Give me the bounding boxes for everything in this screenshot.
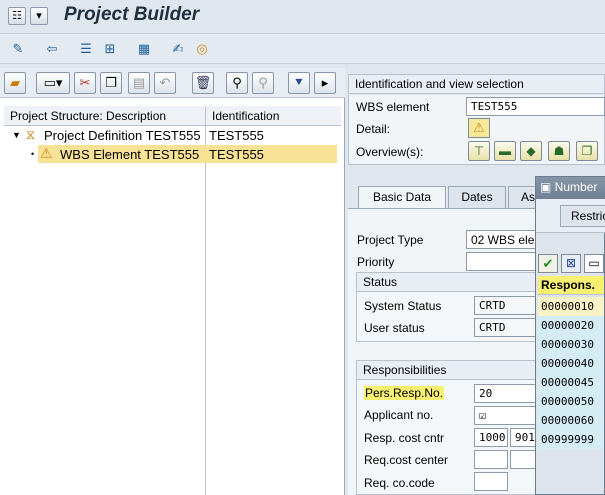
popup-list-item[interactable]: 00000040 bbox=[538, 354, 604, 373]
create-icon[interactable]: ▭▾ bbox=[36, 72, 70, 94]
undo-icon[interactable]: ↶ bbox=[154, 72, 176, 94]
popup-cancel-icon[interactable]: ⊠ bbox=[561, 254, 581, 273]
column-identification-header[interactable]: Identification bbox=[212, 109, 279, 123]
project-type-label: Project Type bbox=[357, 233, 424, 247]
tree-row-project-definition[interactable]: ▼ ⧖ Project Definition TEST555 TEST555 bbox=[4, 126, 341, 145]
popup-list-item[interactable]: 00000060 bbox=[538, 411, 604, 430]
popup-title: Number bbox=[554, 180, 598, 194]
tree-row-wbs-element[interactable]: ⚠ WBS Element TEST555 TEST555 bbox=[38, 145, 337, 163]
popup-list-item[interactable]: 00000030 bbox=[538, 335, 604, 354]
wbs-element-input[interactable]: TEST555 bbox=[466, 97, 605, 116]
project-definition-identification: TEST555 bbox=[209, 128, 264, 143]
notes-icon[interactable]: ✍ bbox=[168, 39, 188, 59]
copy-icon[interactable]: ❐ bbox=[100, 72, 122, 94]
pers-resp-label: Pers.Resp.No. bbox=[364, 386, 445, 400]
delete-icon[interactable]: 🗑 bbox=[192, 72, 214, 94]
popup-tab-strip: Restric bbox=[536, 199, 605, 233]
scroll-right-icon[interactable]: ▸ bbox=[314, 72, 336, 94]
overview-milestone-icon[interactable]: ◆ bbox=[520, 141, 542, 161]
wbs-element-identification: TEST555 bbox=[209, 147, 264, 162]
number-popup: ▣ Number Restric ✔ ⊠ ▭ Respons. 00000010… bbox=[535, 176, 605, 495]
tab-dates[interactable]: Dates bbox=[448, 186, 506, 208]
cut-icon[interactable]: ✂ bbox=[74, 72, 96, 94]
structure-icon[interactable]: ⊞ bbox=[100, 39, 120, 59]
title-bar: ☷ ▾ Project Builder bbox=[0, 0, 605, 34]
wbs-element-warning-icon: ⚠ bbox=[40, 145, 53, 161]
resp-cost-center-input-1[interactable]: 1000 bbox=[474, 428, 508, 447]
overview-wbs-icon[interactable]: ▬ bbox=[494, 141, 516, 161]
grid-icon[interactable]: ▦ bbox=[134, 39, 154, 59]
spiral-icon[interactable]: ◎ bbox=[192, 39, 212, 59]
popup-confirm-icon[interactable]: ✔ bbox=[538, 254, 558, 273]
overview-activity-icon[interactable]: ☗ bbox=[548, 141, 570, 161]
popup-restrictions-tab[interactable]: Restric bbox=[560, 205, 605, 227]
resp-cost-center-label: Resp. cost cntr bbox=[364, 431, 445, 445]
detail-label: Detail: bbox=[356, 122, 391, 136]
user-status-label: User status bbox=[364, 321, 425, 335]
detail-wbs-warning-icon[interactable]: ⚠ bbox=[468, 118, 490, 138]
tree-bullet: • bbox=[31, 149, 35, 159]
popup-column-header[interactable]: Respons. bbox=[538, 276, 604, 295]
application-toolbar: ✎ ⇦ ☰ ⊞ ▦ ✍ ◎ bbox=[0, 34, 605, 64]
project-definition-icon: ⧖ bbox=[26, 127, 36, 142]
paste-icon[interactable]: ▤ bbox=[128, 72, 150, 94]
wbs-element-description: WBS Element TEST555 bbox=[60, 147, 200, 162]
project-definition-description: Project Definition TEST555 bbox=[44, 128, 201, 143]
column-separator[interactable] bbox=[205, 106, 206, 495]
req-company-code-label: Req. co.code bbox=[364, 476, 435, 490]
applicant-label: Applicant no. bbox=[364, 408, 434, 422]
column-description-header[interactable]: Project Structure: Description bbox=[10, 109, 166, 123]
popup-title-bar[interactable]: ▣ Number bbox=[536, 177, 605, 199]
open-folder-icon[interactable]: ▰ bbox=[4, 72, 26, 94]
popup-list-item[interactable]: 00000045 bbox=[538, 373, 604, 392]
find-icon[interactable]: ⚲ bbox=[226, 72, 248, 94]
tab-basic-data[interactable]: Basic Data bbox=[358, 186, 446, 209]
popup-app-icon: ▣ bbox=[540, 180, 555, 194]
priority-label: Priority bbox=[357, 255, 395, 269]
popup-list-item[interactable]: 00999999 bbox=[538, 430, 604, 449]
req-cost-center-label: Req.cost center bbox=[364, 453, 449, 467]
app-title: Project Builder bbox=[64, 4, 200, 25]
hierarchy-icon[interactable]: ☰ bbox=[76, 39, 96, 59]
popup-new-icon[interactable]: ▭ bbox=[584, 254, 604, 273]
tree-toolbar: ▰ ▭▾ ✂ ❐ ▤ ↶ 🗑 ⚲ ⚲ ⯆ ▸ bbox=[0, 68, 345, 98]
collapse-arrow-icon[interactable]: ▼ bbox=[12, 130, 21, 140]
find-next-icon[interactable]: ⚲ bbox=[252, 72, 274, 94]
overview-documents-icon[interactable]: ❐ bbox=[576, 141, 598, 161]
popup-list-item[interactable]: 00000010 bbox=[538, 297, 604, 316]
wbs-element-label: WBS element bbox=[356, 100, 430, 114]
identification-header: Identification and view selection bbox=[348, 74, 605, 94]
menu-icon[interactable]: ☷ bbox=[8, 7, 26, 25]
overview-project-icon[interactable]: ⊤ bbox=[468, 141, 490, 161]
system-status-label: System Status bbox=[364, 299, 442, 313]
popup-list-item[interactable]: 00000020 bbox=[538, 316, 604, 335]
back-arrow-icon[interactable]: ⇦ bbox=[42, 39, 62, 59]
overviews-label: Overview(s): bbox=[356, 145, 424, 159]
req-company-code-input[interactable] bbox=[474, 472, 508, 491]
tree-header: Project Structure: Description Identific… bbox=[4, 106, 341, 126]
edit-pencil-icon[interactable]: ✎ bbox=[8, 39, 28, 59]
minimize-icon[interactable]: ▾ bbox=[30, 7, 48, 25]
expand-all-icon[interactable]: ⯆ bbox=[288, 72, 310, 94]
popup-list-item[interactable]: 00000050 bbox=[538, 392, 604, 411]
req-cost-center-input-1[interactable] bbox=[474, 450, 508, 469]
